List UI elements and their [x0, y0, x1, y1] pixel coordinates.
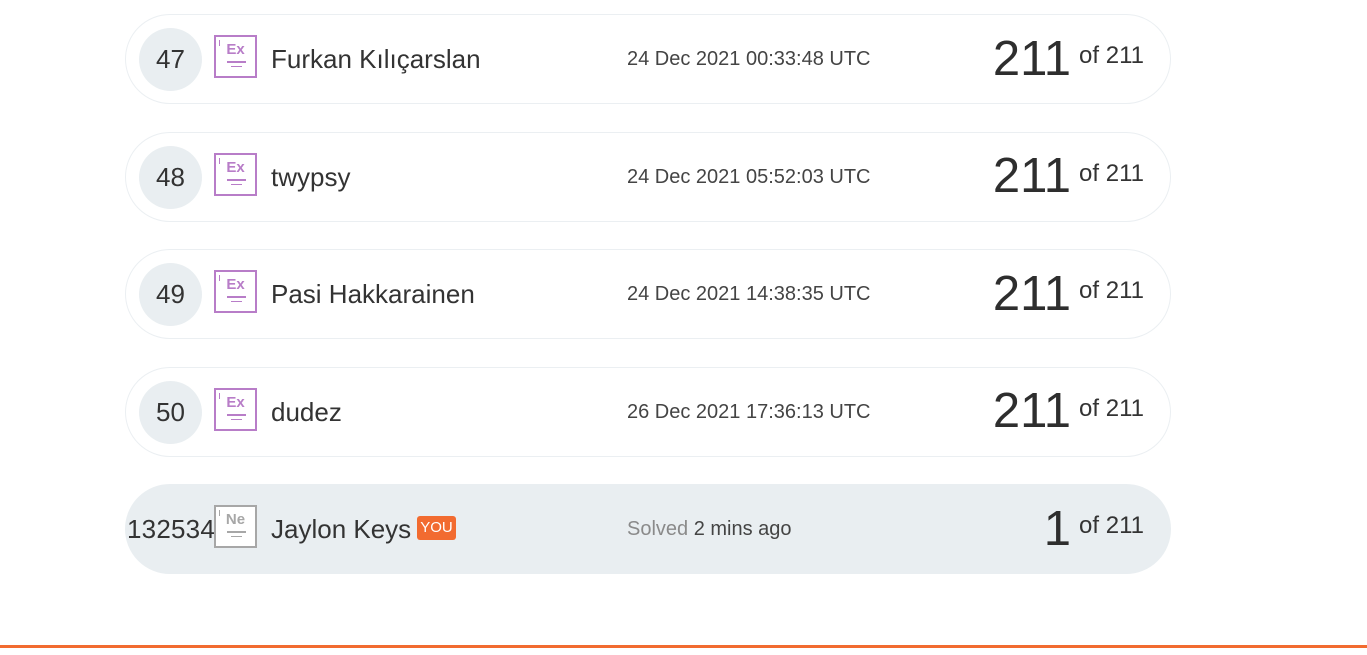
leaderboard-row: 48 Ex twypsy 24 Dec 2021 05:52:03 UTC 21…: [125, 131, 1171, 222]
user-name-link[interactable]: dudez: [271, 368, 342, 456]
solved-date: 26 Dec 2021 17:36:13 UTC: [627, 400, 871, 423]
level-badge-icon: Ex: [214, 35, 257, 78]
total-count: of 211: [1079, 394, 1144, 422]
score: 211 of 211: [993, 250, 1144, 338]
score: 211 of 211: [993, 133, 1144, 221]
badge-symbol: Ex: [226, 41, 245, 58]
solved-count: 1: [1043, 501, 1072, 556]
footer-accent-bar: [0, 645, 1367, 648]
leaderboard-list: 47 Ex Furkan Kılıçarslan 24 Dec 2021 00:…: [125, 14, 1171, 602]
badge-symbol: Ex: [226, 158, 245, 176]
badge-symbol: Ne: [225, 511, 246, 528]
solved-time: Solved 2 mins ago: [627, 485, 792, 573]
rank-circle: 50: [139, 380, 202, 444]
total-count: of 211: [1079, 512, 1144, 539]
rank-circle: 48: [139, 145, 202, 209]
user-name-link[interactable]: Pasi Hakkarainen: [271, 250, 475, 338]
solved-date: 24 Dec 2021 00:33:48 UTC: [627, 48, 871, 70]
rank-circle: 47: [139, 28, 202, 91]
score: 211 of 211: [993, 368, 1144, 456]
solved-when: 2 mins ago: [693, 518, 792, 540]
current-user-row: 132534 Ne Jaylon Keys YOU Solved 2 mins a…: [125, 484, 1171, 574]
rank-circle: 49: [139, 263, 202, 326]
leaderboard-row: 49 Ex Pasi Hakkarainen 24 Dec 2021 14:38…: [125, 249, 1171, 339]
solved-prefix: Solved: [627, 518, 689, 540]
score: 1 of 211: [1044, 485, 1144, 573]
level-badge-icon: Ex: [214, 270, 257, 313]
user-name-link[interactable]: Jaylon Keys: [271, 514, 411, 544]
total-count: of 211: [1079, 42, 1144, 69]
solved-date: 24 Dec 2021 14:38:35 UTC: [627, 283, 871, 305]
leaderboard-row: 47 Ex Furkan Kılıçarslan 24 Dec 2021 00:…: [125, 14, 1171, 104]
level-badge-icon: Ne: [214, 505, 257, 548]
badge-symbol: Ex: [226, 276, 245, 293]
level-badge-icon: Ex: [214, 152, 257, 196]
user-name-link[interactable]: Furkan Kılıçarslan: [271, 15, 481, 103]
current-user-name: Jaylon Keys YOU: [271, 485, 456, 573]
solved-date: 24 Dec 2021 05:52:03 UTC: [627, 165, 871, 188]
solved-count: 211: [992, 149, 1072, 203]
solved-count: 211: [992, 31, 1072, 86]
solved-count: 211: [992, 266, 1072, 321]
level-badge-icon: Ex: [214, 387, 257, 431]
user-name-link[interactable]: twypsy: [271, 133, 350, 221]
you-badge: YOU: [417, 516, 456, 541]
leaderboard-row: 50 Ex dudez 26 Dec 2021 17:36:13 UTC 211…: [125, 366, 1171, 457]
solved-count: 211: [992, 384, 1072, 438]
score: 211 of 211: [993, 15, 1144, 103]
total-count: of 211: [1079, 277, 1144, 304]
badge-symbol: Ex: [226, 393, 245, 411]
current-user-rank: 132534: [127, 514, 215, 544]
total-count: of 211: [1079, 159, 1144, 187]
